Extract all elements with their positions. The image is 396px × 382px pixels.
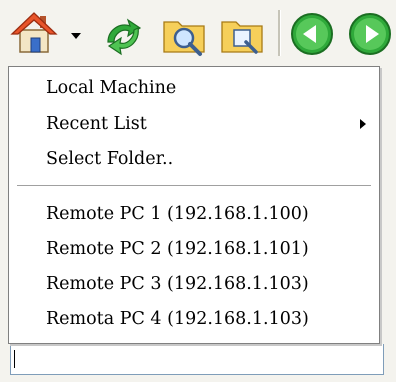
forward-arrow-icon	[349, 13, 391, 55]
back-button[interactable]	[286, 8, 338, 60]
chevron-down-icon	[71, 33, 81, 39]
menu-item-label: Remote PC 2 (192.168.1.101)	[46, 239, 309, 259]
menu-item-select-folder[interactable]: Select Folder..	[10, 144, 378, 174]
home-button[interactable]	[6, 8, 60, 60]
menu-item-remote-pc-2[interactable]: Remote PC 2 (192.168.1.101)	[10, 234, 378, 264]
menu-item-label: Recent List	[46, 114, 147, 134]
menu-item-local-machine[interactable]: Local Machine	[10, 73, 378, 103]
menu-item-remote-pc-4[interactable]: Remota PC 4 (192.168.1.103)	[10, 304, 378, 334]
address-input[interactable]	[10, 344, 384, 375]
refresh-button[interactable]	[98, 8, 150, 60]
back-arrow-icon	[291, 13, 333, 55]
menu-item-remote-pc-1[interactable]: Remote PC 1 (192.168.1.100)	[10, 199, 378, 229]
dropdown-button[interactable]	[66, 8, 86, 60]
refresh-icon	[107, 18, 142, 56]
menu-item-label: Remota PC 4 (192.168.1.103)	[46, 309, 309, 329]
forward-button[interactable]	[344, 8, 396, 60]
folder-favorite-icon	[221, 21, 263, 54]
menu-separator	[17, 185, 371, 186]
menu-item-label: Local Machine	[46, 78, 177, 98]
toolbar-separator	[278, 10, 281, 56]
menu-item-remote-pc-3[interactable]: Remote PC 3 (192.168.1.103)	[10, 269, 378, 299]
menu-item-label: Select Folder..	[46, 149, 174, 169]
folder-search-icon	[163, 21, 205, 56]
menu-item-label: Remote PC 3 (192.168.1.103)	[46, 274, 309, 294]
folder-favorite-button[interactable]	[216, 8, 268, 60]
text-caret	[14, 350, 15, 368]
submenu-arrow-icon	[360, 119, 366, 129]
home-icon	[10, 12, 58, 53]
menu-item-recent-list[interactable]: Recent List	[10, 109, 378, 139]
menu-item-label: Remote PC 1 (192.168.1.100)	[46, 204, 309, 224]
folder-search-button[interactable]	[158, 8, 210, 60]
toolbar	[0, 0, 396, 66]
dropdown-menu: Local Machine Recent List Select Folder.…	[8, 66, 380, 344]
